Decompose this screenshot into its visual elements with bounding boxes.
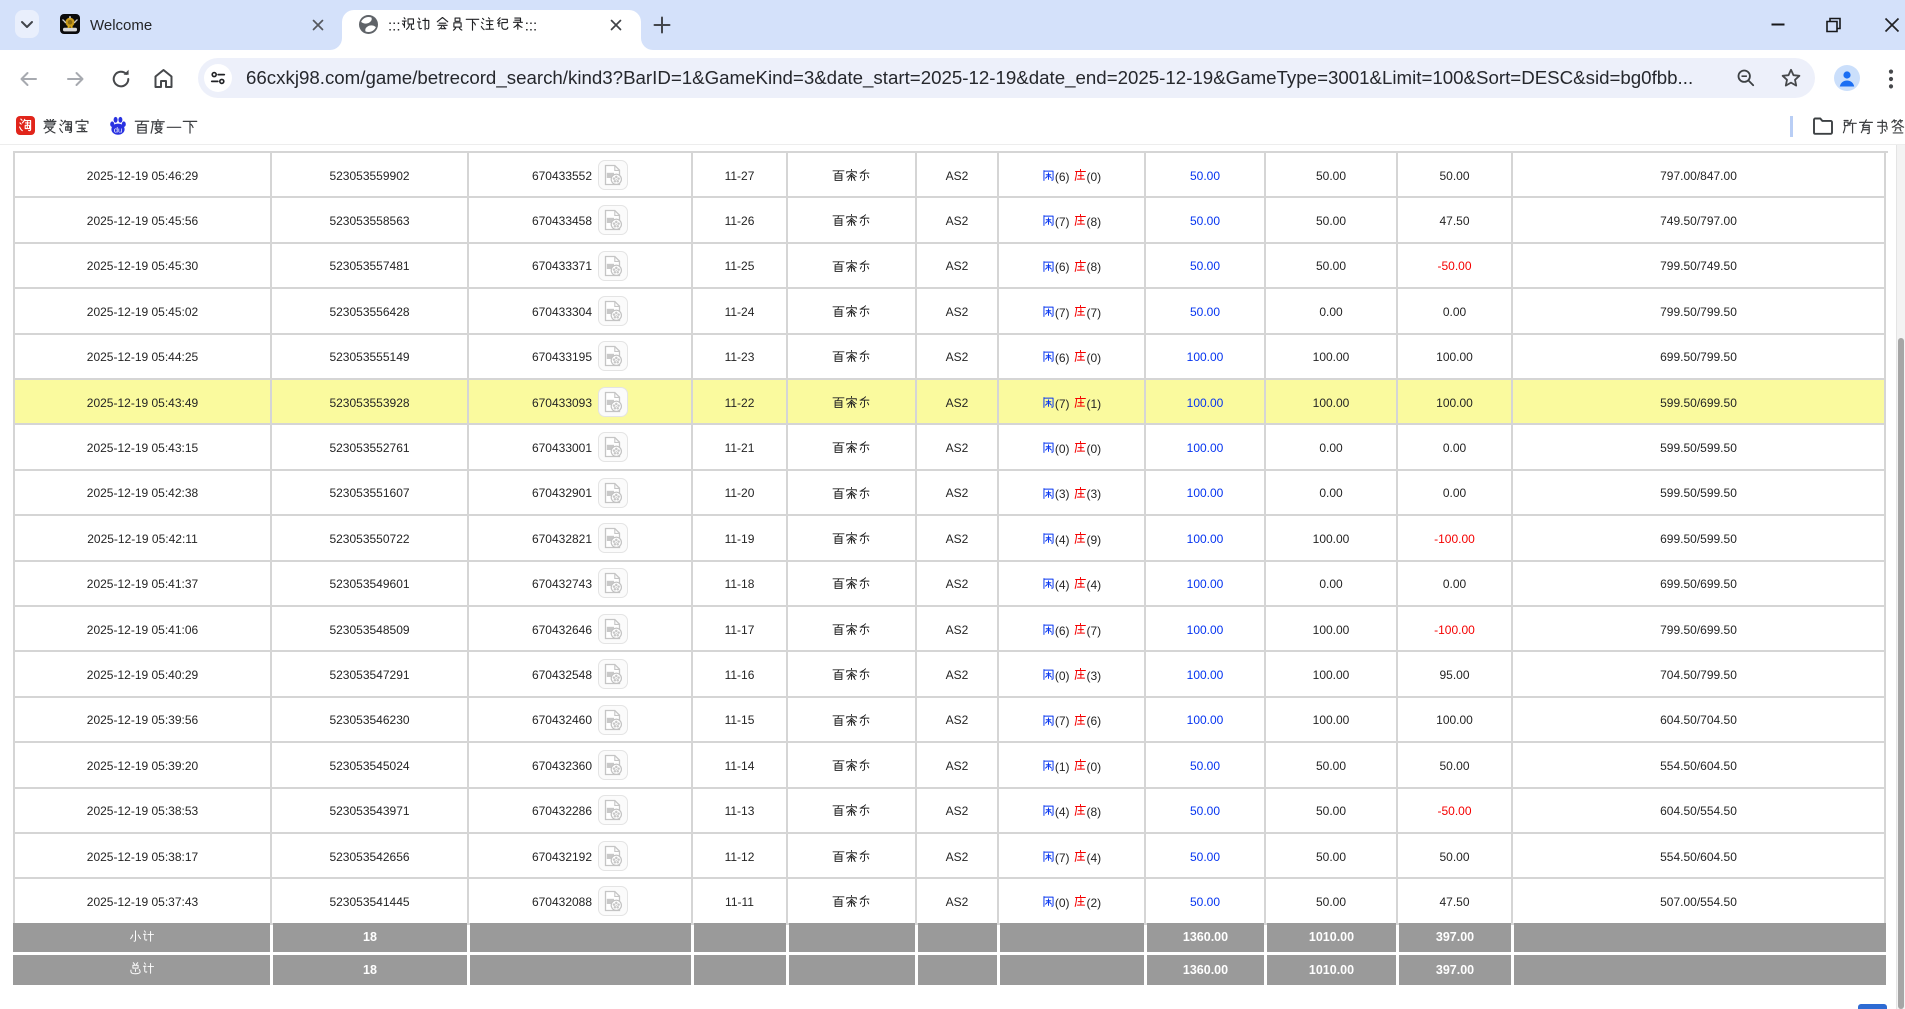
svg-text:du: du <box>114 125 122 134</box>
